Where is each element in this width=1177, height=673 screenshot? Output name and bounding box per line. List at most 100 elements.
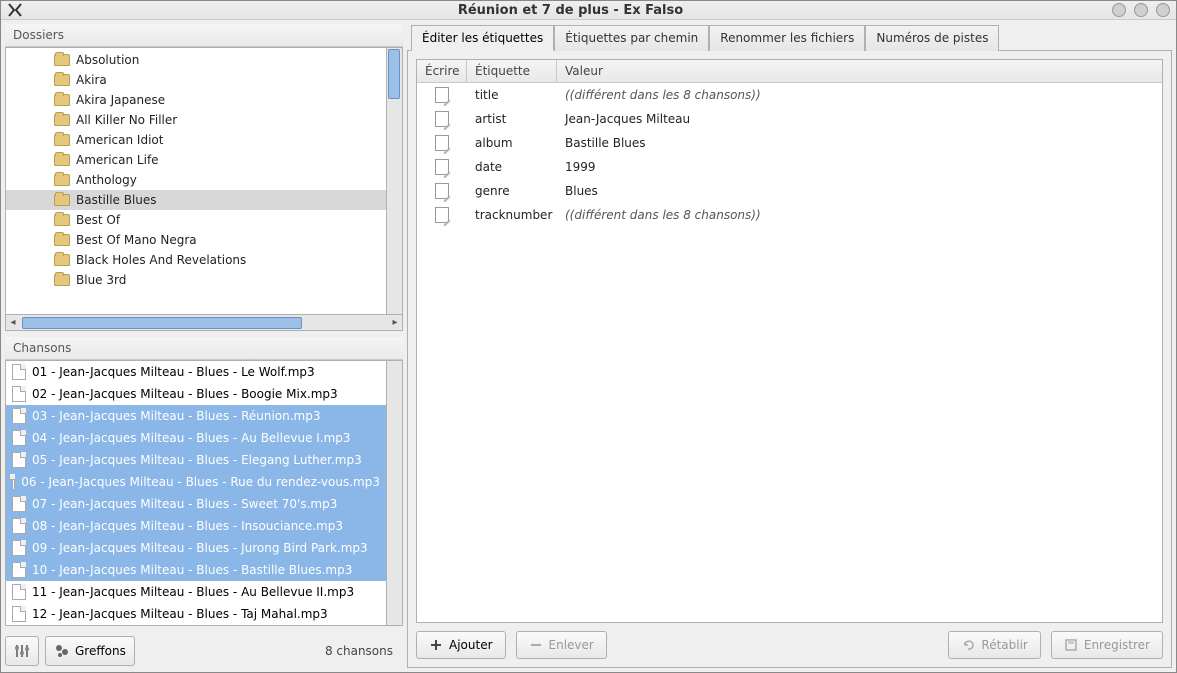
tag-row[interactable]: genreBlues: [417, 179, 1162, 203]
folders-hscrollbar[interactable]: ◂ ▸: [5, 315, 403, 331]
col-write[interactable]: Écrire: [417, 60, 467, 82]
edit-icon: [435, 135, 449, 151]
scroll-left-icon[interactable]: ◂: [6, 316, 20, 330]
folder-icon: [54, 74, 70, 86]
tag-row[interactable]: artistJean-Jacques Milteau: [417, 107, 1162, 131]
folder-icon: [54, 174, 70, 186]
folder-icon: [54, 54, 70, 66]
folder-icon: [54, 234, 70, 246]
plugins-button[interactable]: Greffons: [45, 636, 135, 666]
tag-name-cell[interactable]: album: [467, 134, 557, 152]
folder-icon: [54, 134, 70, 146]
write-cell[interactable]: [417, 109, 467, 129]
tag-value-cell[interactable]: 1999: [557, 158, 1162, 176]
folder-item[interactable]: Bastille Blues: [6, 190, 386, 210]
song-label: 08 - Jean-Jacques Milteau - Blues - Inso…: [32, 519, 343, 533]
tag-name-cell[interactable]: artist: [467, 110, 557, 128]
preferences-button[interactable]: [5, 636, 39, 666]
folder-icon: [54, 254, 70, 266]
folder-label: Anthology: [76, 173, 137, 187]
tag-name-cell[interactable]: title: [467, 86, 557, 104]
save-button[interactable]: Enregistrer: [1051, 631, 1163, 659]
song-item[interactable]: 03 - Jean-Jacques Milteau - Blues - Réun…: [6, 405, 386, 427]
song-label: 12 - Jean-Jacques Milteau - Blues - Taj …: [32, 607, 328, 621]
write-cell[interactable]: [417, 181, 467, 201]
folders-panel: Dossiers AbsolutionAkira Akira Japanese Al…: [5, 24, 403, 331]
folder-item[interactable]: Anthology: [6, 170, 386, 190]
tab[interactable]: Numéros de pistes: [865, 25, 999, 51]
write-cell[interactable]: [417, 205, 467, 225]
folders-tree[interactable]: AbsolutionAkira Akira Japanese All Killer …: [5, 47, 387, 315]
tag-value-cell[interactable]: ((différent dans les 8 chansons)): [557, 86, 1162, 104]
tag-row[interactable]: date1999: [417, 155, 1162, 179]
file-icon: [12, 540, 26, 556]
write-cell[interactable]: [417, 85, 467, 105]
folder-icon: [54, 94, 70, 106]
right-pane: Éditer les étiquettesÉtiquettes par chem…: [407, 24, 1172, 668]
folder-label: Akira Japanese: [76, 93, 165, 107]
tab[interactable]: Éditer les étiquettes: [411, 25, 554, 51]
folder-item[interactable]: Akira Japanese: [6, 90, 386, 110]
tag-table: Écrire Étiquette Valeur title((différent…: [416, 59, 1163, 623]
add-button[interactable]: Ajouter: [416, 631, 506, 659]
folder-label: American Idiot: [76, 133, 163, 147]
folder-label: All Killer No Filler: [76, 113, 177, 127]
sliders-icon: [14, 643, 30, 659]
song-item[interactable]: 06 - Jean-Jacques Milteau - Blues - Rue …: [6, 471, 386, 493]
titlebar[interactable]: Réunion et 7 de plus - Ex Falso: [1, 1, 1176, 20]
tab[interactable]: Étiquettes par chemin: [554, 25, 709, 51]
folder-item[interactable]: Black Holes And Revelations: [6, 250, 386, 270]
tag-row[interactable]: albumBastille Blues: [417, 131, 1162, 155]
tag-row[interactable]: title((différent dans les 8 chansons)): [417, 83, 1162, 107]
tag-value-cell[interactable]: Jean-Jacques Milteau: [557, 110, 1162, 128]
songs-scrollbar[interactable]: [387, 360, 403, 626]
folders-header: Dossiers: [5, 24, 403, 47]
write-cell[interactable]: [417, 133, 467, 153]
write-cell[interactable]: [417, 157, 467, 177]
minimize-button[interactable]: [1112, 3, 1126, 17]
song-item[interactable]: 02 - Jean-Jacques Milteau - Blues - Boog…: [6, 383, 386, 405]
folder-item[interactable]: All Killer No Filler: [6, 110, 386, 130]
folder-item[interactable]: Akira: [6, 70, 386, 90]
col-value[interactable]: Valeur: [557, 60, 1162, 82]
folder-item[interactable]: Absolution: [6, 50, 386, 70]
folder-item[interactable]: Best Of: [6, 210, 386, 230]
scroll-right-icon[interactable]: ▸: [388, 316, 402, 330]
edit-icon: [435, 183, 449, 199]
folders-scrollbar[interactable]: [387, 47, 403, 315]
folder-item[interactable]: American Life: [6, 150, 386, 170]
plus-icon: [429, 638, 443, 652]
col-tag[interactable]: Étiquette: [467, 60, 557, 82]
remove-button[interactable]: Enlever: [516, 631, 607, 659]
revert-button[interactable]: Rétablir: [948, 631, 1040, 659]
song-item[interactable]: 05 - Jean-Jacques Milteau - Blues - Eleg…: [6, 449, 386, 471]
song-item[interactable]: 09 - Jean-Jacques Milteau - Blues - Juro…: [6, 537, 386, 559]
tag-name-cell[interactable]: genre: [467, 182, 557, 200]
close-button[interactable]: [1156, 3, 1170, 17]
tag-table-body[interactable]: title((différent dans les 8 chansons))ar…: [417, 83, 1162, 622]
file-icon: [12, 452, 26, 468]
file-icon: [12, 474, 15, 490]
folder-item[interactable]: American Idiot: [6, 130, 386, 150]
folder-icon: [54, 194, 70, 206]
song-label: 10 - Jean-Jacques Milteau - Blues - Bast…: [32, 563, 352, 577]
window-title: Réunion et 7 de plus - Ex Falso: [29, 3, 1112, 18]
maximize-button[interactable]: [1134, 3, 1148, 17]
song-item[interactable]: 10 - Jean-Jacques Milteau - Blues - Bast…: [6, 559, 386, 581]
song-item[interactable]: 01 - Jean-Jacques Milteau - Blues - Le W…: [6, 361, 386, 383]
folder-item[interactable]: Best Of Mano Negra: [6, 230, 386, 250]
tag-value-cell[interactable]: Blues: [557, 182, 1162, 200]
tag-row[interactable]: tracknumber((différent dans les 8 chanso…: [417, 203, 1162, 227]
song-item[interactable]: 12 - Jean-Jacques Milteau - Blues - Taj …: [6, 603, 386, 625]
song-item[interactable]: 08 - Jean-Jacques Milteau - Blues - Inso…: [6, 515, 386, 537]
tag-name-cell[interactable]: date: [467, 158, 557, 176]
tag-value-cell[interactable]: Bastille Blues: [557, 134, 1162, 152]
tab[interactable]: Renommer les fichiers: [709, 25, 865, 51]
song-item[interactable]: 11 - Jean-Jacques Milteau - Blues - Au B…: [6, 581, 386, 603]
songs-list[interactable]: 01 - Jean-Jacques Milteau - Blues - Le W…: [5, 360, 387, 626]
song-item[interactable]: 07 - Jean-Jacques Milteau - Blues - Swee…: [6, 493, 386, 515]
tag-value-cell[interactable]: ((différent dans les 8 chansons)): [557, 206, 1162, 224]
folder-item[interactable]: Blue 3rd: [6, 270, 386, 290]
tag-name-cell[interactable]: tracknumber: [467, 206, 557, 224]
song-item[interactable]: 04 - Jean-Jacques Milteau - Blues - Au B…: [6, 427, 386, 449]
